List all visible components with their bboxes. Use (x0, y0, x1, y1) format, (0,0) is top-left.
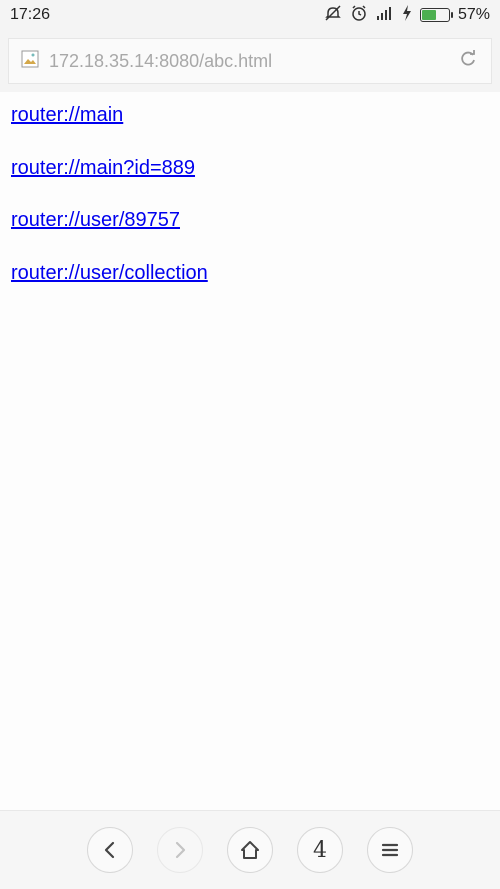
forward-button[interactable] (157, 827, 203, 873)
home-icon (241, 841, 259, 859)
status-icons: 57% (324, 4, 490, 27)
url-text[interactable]: 172.18.35.14:8080/abc.html (49, 51, 447, 72)
battery-icon (419, 8, 453, 22)
menu-button[interactable] (367, 827, 413, 873)
list-item: router://main (11, 100, 489, 153)
reload-icon[interactable] (457, 48, 479, 75)
status-bar: 17:26 57% (0, 0, 500, 30)
battery-percent: 57% (457, 6, 490, 23)
link-router-main[interactable]: router://main (11, 104, 123, 127)
forward-icon (175, 841, 186, 859)
home-button[interactable] (227, 827, 273, 873)
page-content: router://main router://main?id=889 route… (0, 92, 500, 810)
link-router-user-collection[interactable]: router://user/collection (11, 262, 208, 285)
address-bar: 172.18.35.14:8080/abc.html (0, 30, 500, 92)
battery-fill (421, 10, 437, 20)
charging-icon (402, 4, 412, 26)
tab-count: 4 (313, 837, 327, 863)
back-button[interactable] (87, 827, 133, 873)
signal-icon (376, 6, 394, 25)
menu-icon (381, 843, 399, 857)
status-time: 17:26 (10, 6, 51, 23)
list-item: router://main?id=889 (11, 153, 489, 206)
browser-screen: 17:26 57% 172.18.35.14:8080/abc.html rou… (0, 0, 500, 889)
tabs-button[interactable]: 4 (297, 827, 343, 873)
list-item: router://user/collection (11, 258, 489, 311)
url-box[interactable]: 172.18.35.14:8080/abc.html (8, 38, 492, 84)
bottom-toolbar: 4 (0, 810, 500, 889)
link-router-user[interactable]: router://user/89757 (11, 209, 180, 232)
back-icon (104, 841, 115, 859)
do-not-disturb-icon (324, 4, 342, 27)
list-item: router://user/89757 (11, 205, 489, 258)
alarm-icon (350, 4, 368, 27)
broken-image-icon (21, 50, 39, 73)
link-list: router://main router://main?id=889 route… (11, 100, 489, 310)
link-router-main-id[interactable]: router://main?id=889 (11, 157, 195, 180)
